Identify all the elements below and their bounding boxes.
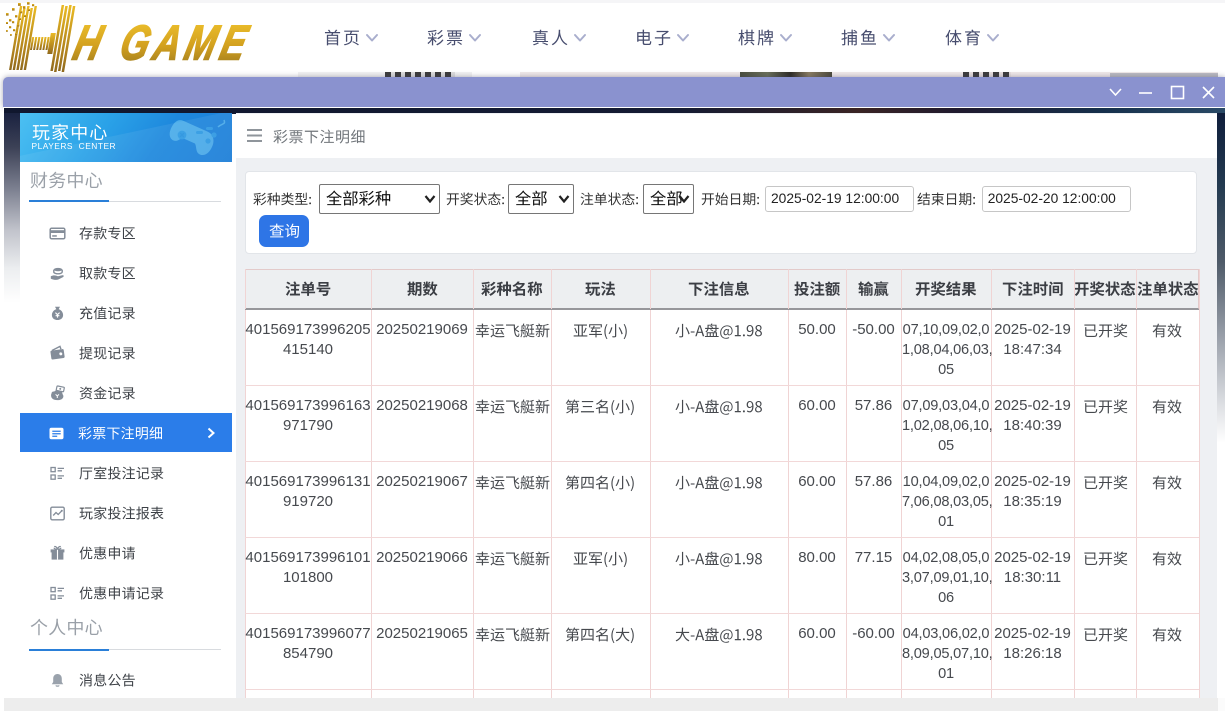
svg-text:H GAME: H GAME [68, 16, 258, 71]
